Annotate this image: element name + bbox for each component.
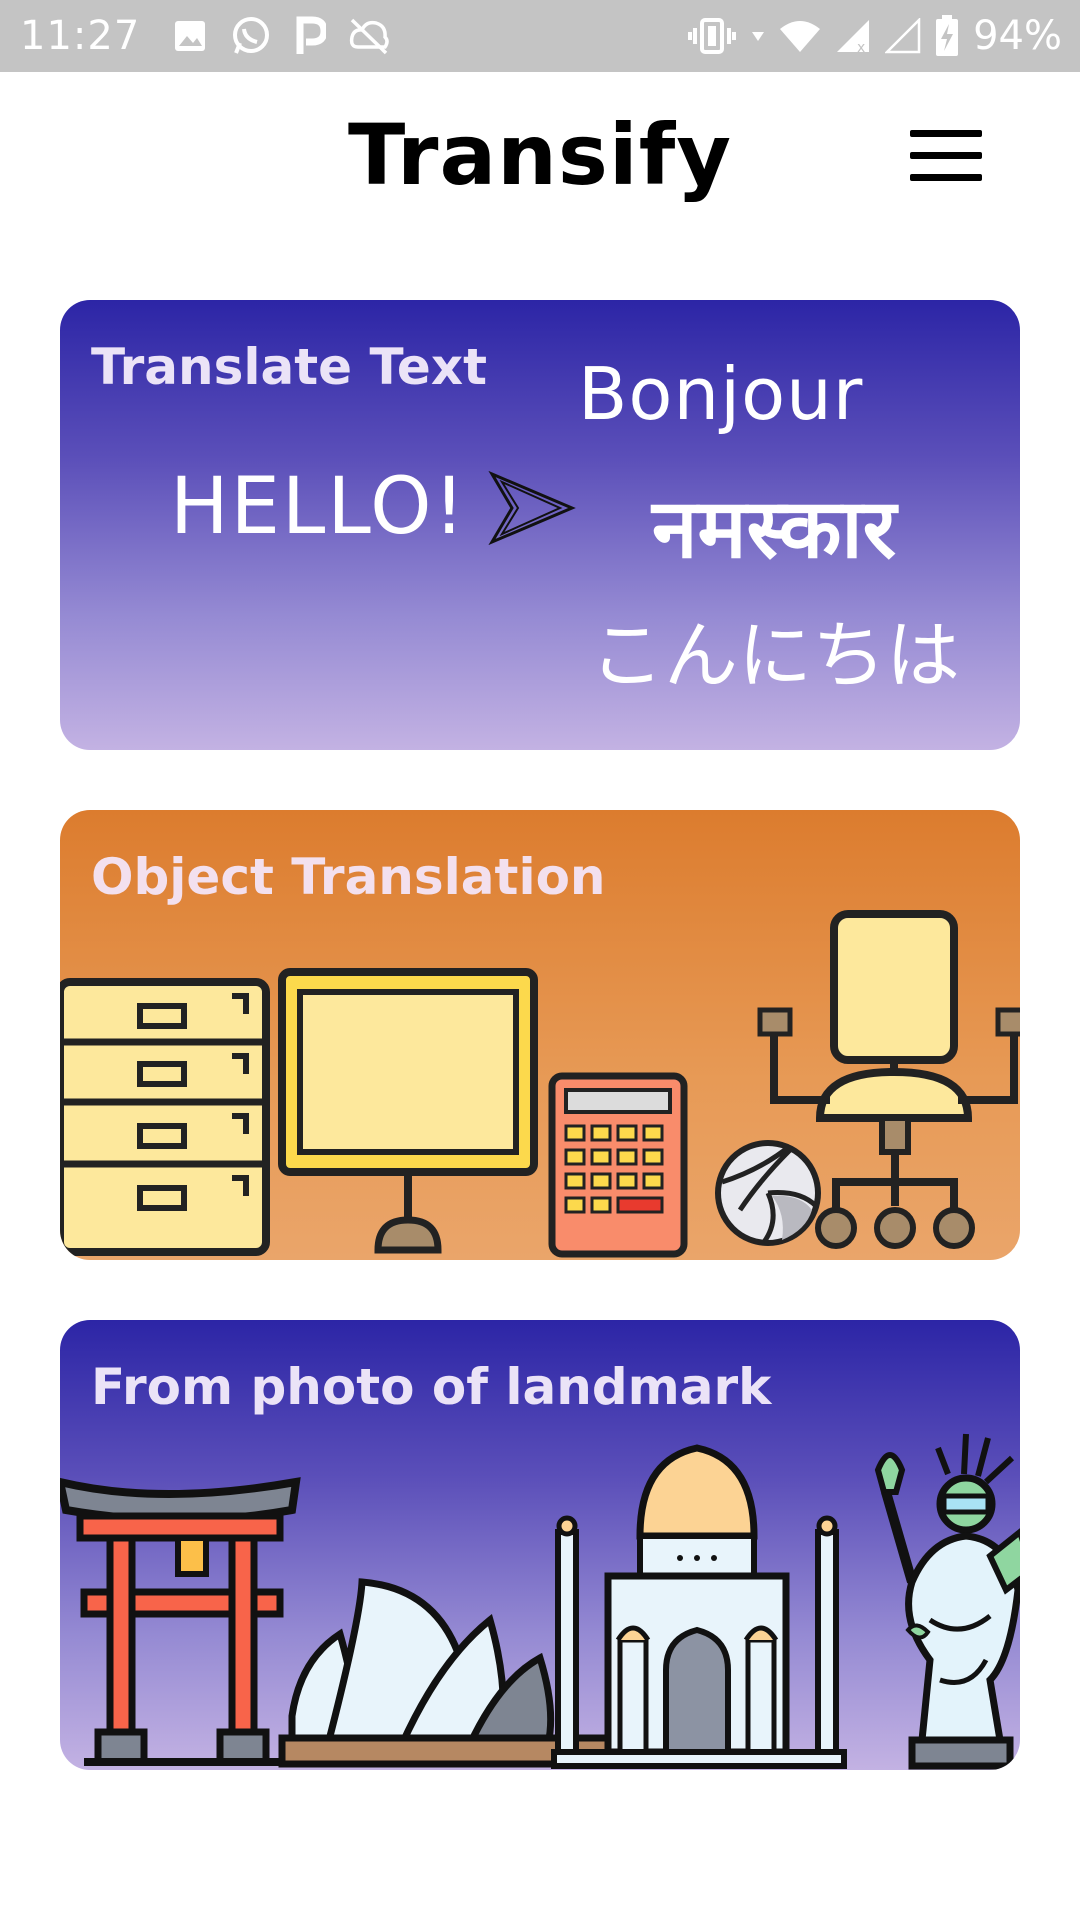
sync-off-icon xyxy=(348,17,390,55)
hello-word: HELLO! xyxy=(170,462,467,552)
vibrate-icon xyxy=(687,16,737,56)
signal-icon: x xyxy=(835,18,871,54)
taj-mahal-icon xyxy=(551,1444,847,1769)
hamburger-menu-icon[interactable] xyxy=(910,130,982,184)
translate-text-card[interactable]: Translate Text HELLO! Bonjour नमस्कार こん… xyxy=(60,300,1020,750)
down-arrow-icon xyxy=(751,29,765,43)
whatsapp-icon xyxy=(230,15,272,57)
landmark-photo-card[interactable]: From photo of landmark xyxy=(60,1320,1020,1770)
statue-of-liberty-icon xyxy=(874,1433,1020,1770)
bonjour-word: Bonjour xyxy=(578,352,864,436)
battery-charging-icon xyxy=(935,15,959,57)
object-translation-card[interactable]: Object Translation xyxy=(60,810,1020,1260)
whiteboard-icon xyxy=(278,968,538,1254)
svg-text:x: x xyxy=(857,40,865,54)
calculator-icon xyxy=(548,1072,688,1258)
battery-percent: 94% xyxy=(973,13,1062,59)
gallery-icon xyxy=(172,18,208,54)
konnichiwa-word: こんにちは xyxy=(590,613,960,699)
app-header: Transify xyxy=(0,72,1080,242)
status-time: 11:27 xyxy=(20,13,141,59)
filing-cabinet-icon xyxy=(60,978,270,1256)
status-bar: 11:27 x 94% xyxy=(0,0,1080,72)
volleyball-icon xyxy=(715,1140,821,1246)
wifi-icon xyxy=(779,19,821,53)
p-icon xyxy=(294,16,327,56)
translate-text-title: Translate Text xyxy=(91,338,487,396)
torii-gate-icon xyxy=(60,1477,301,1766)
namaskar-word: नमस्कार xyxy=(652,482,897,577)
signal-empty-icon xyxy=(885,18,921,54)
landmarks-illustration xyxy=(60,1433,1020,1770)
office-objects-illustration xyxy=(60,910,1020,1258)
arrow-right-icon xyxy=(488,470,576,546)
